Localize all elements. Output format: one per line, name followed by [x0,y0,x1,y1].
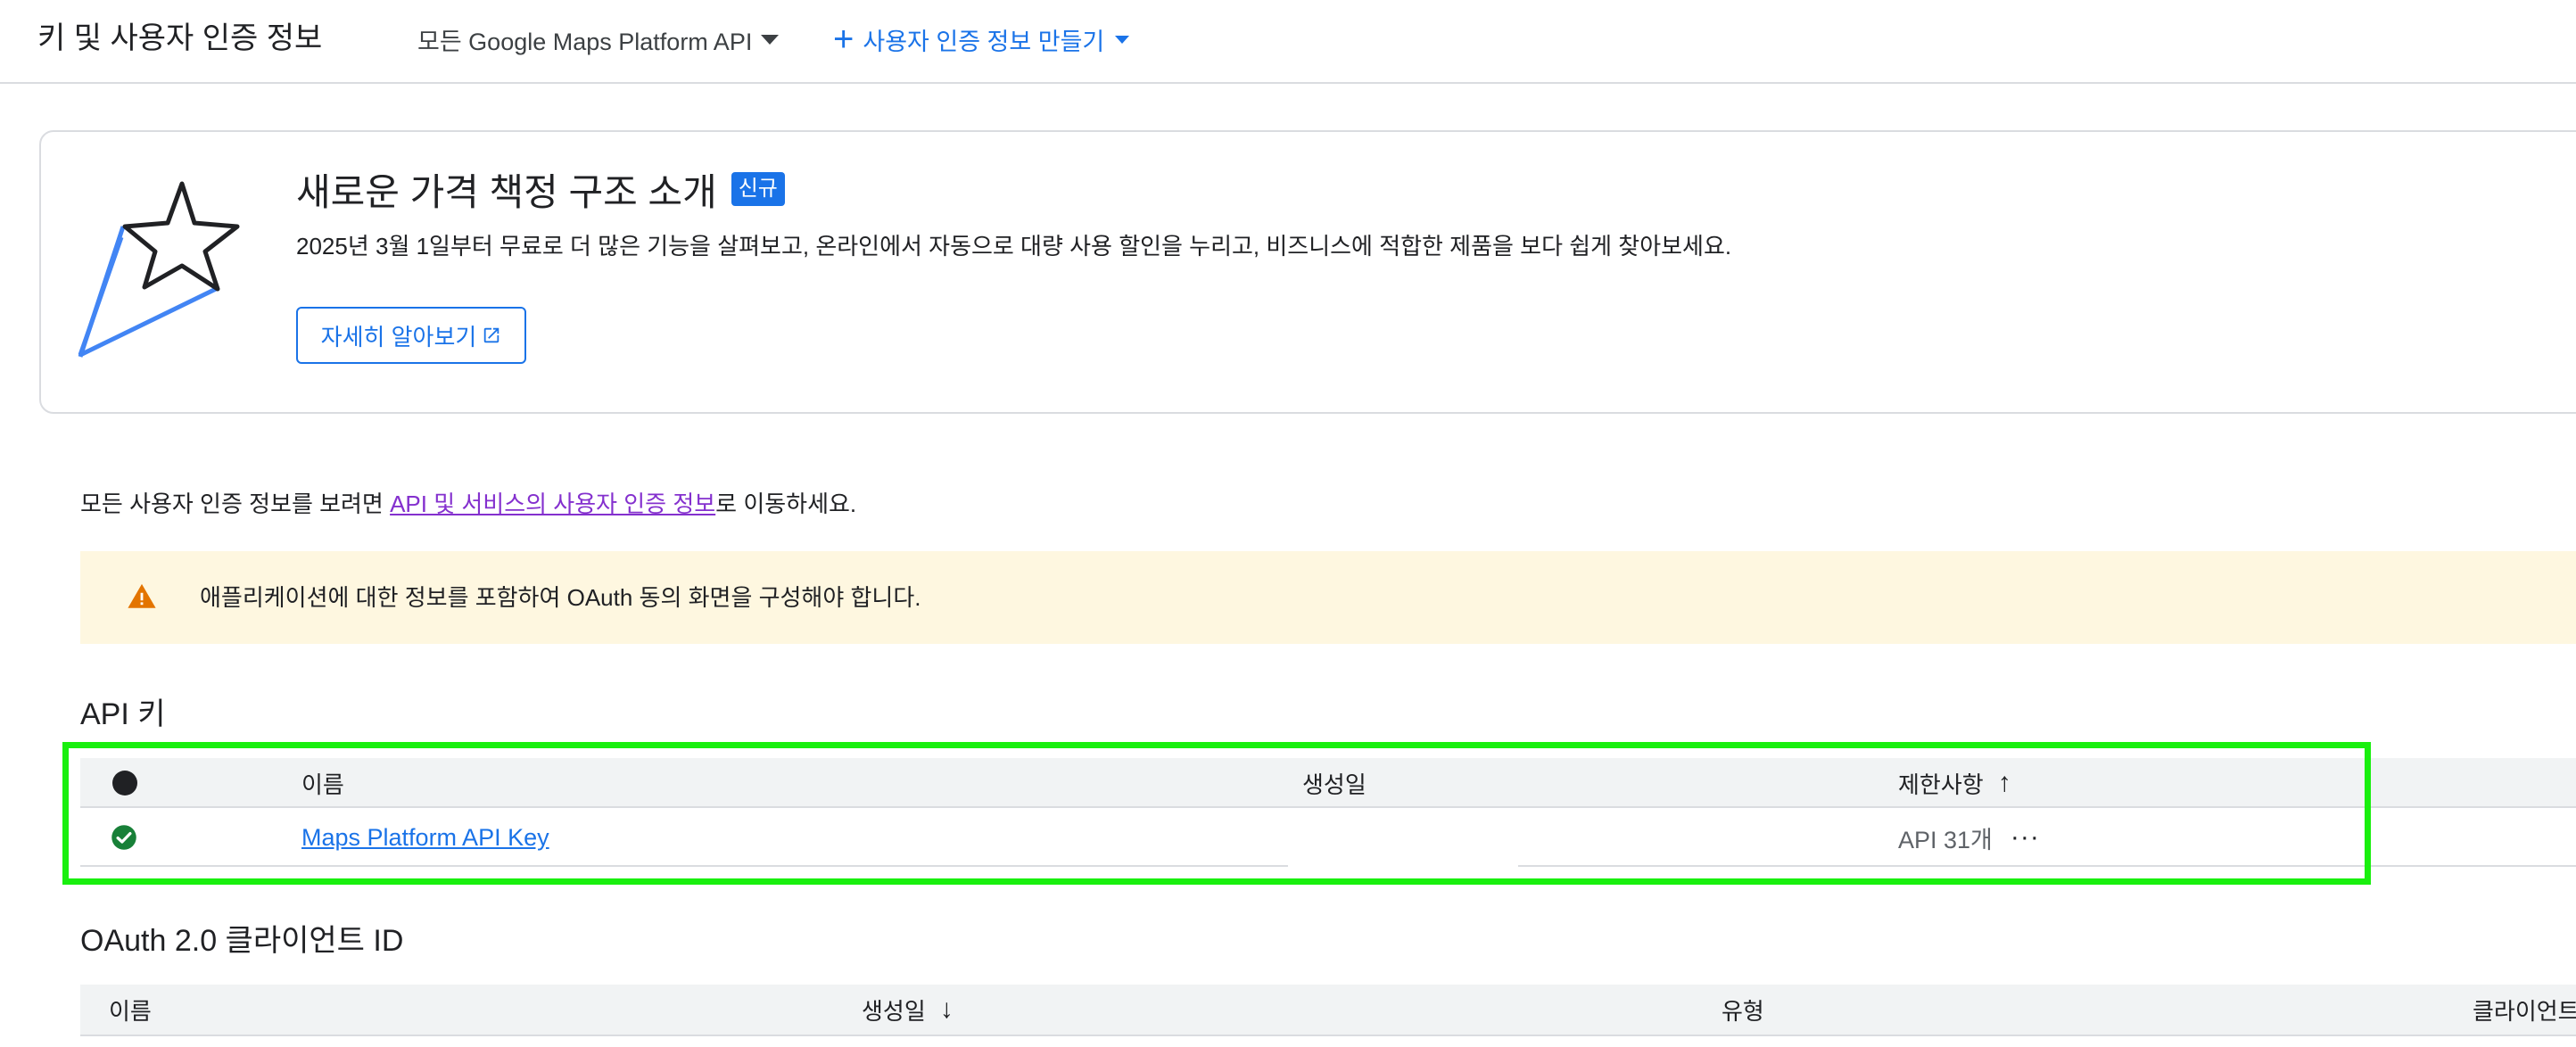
learn-more-button[interactable]: 자세히 알아보기 [296,307,526,364]
row-divider-gap [1288,863,1518,869]
table-row: Maps Platform API Key API 31개 ··· [80,810,2576,869]
info-suffix: 로 이동하세요. [715,491,857,517]
api-filter-dropdown[interactable]: 모든 Google Maps Platform API [417,20,780,59]
credentials-page: 키 및 사용자 인증 정보 모든 Google Maps Platform AP… [0,0,2576,1047]
check-circle-icon [111,825,136,850]
status-column-header[interactable] [112,758,137,808]
restrictions-column-header[interactable]: 제한사항 ↑ [1898,758,2011,808]
plus-icon: + [833,20,855,59]
warning-icon [128,583,156,608]
new-badge: 신규 [731,172,785,206]
oauth-client-id-column-label: 클라이언트 ID [2473,997,2576,1025]
arrow-up-icon: ↑ [1997,768,2011,797]
page-title: 키 및 사용자 인증 정보 [37,21,323,55]
name-column-header[interactable]: 이름 [301,758,344,808]
oauth-name-column-label: 이름 [109,997,152,1025]
oauth-type-column-label: 유형 [1721,997,1764,1025]
created-column-label: 생성일 [1302,771,1366,798]
create-credentials-button[interactable]: + 사용자 인증 정보 만들기 [833,20,1130,59]
key-name-cell: Maps Platform API Key [301,810,549,865]
restrictions-column-label: 제한사항 [1898,771,1984,798]
shooting-star-icon [78,181,240,358]
oauth-clients-title: OAuth 2.0 클라이언트 ID [80,924,404,958]
warning-text: 애플리케이션에 대한 정보를 포함하여 OAuth 동의 화면을 구성해야 합니… [200,584,921,611]
caret-down-icon [761,34,780,45]
info-prefix: 모든 사용자 인증 정보를 보려면 [80,491,391,517]
restrictions-value: API 31개 [1898,826,1993,853]
oauth-created-column-header[interactable]: 생성일 ↓ [862,985,954,1035]
top-bar: 키 및 사용자 인증 정보 모든 Google Maps Platform AP… [0,0,2576,84]
oauth-table-header: 이름 생성일 ↓ 유형 클라이언트 ID [80,985,2576,1036]
status-dot-icon [112,771,137,796]
oauth-name-column-header[interactable]: 이름 [109,985,152,1035]
create-credentials-label: 사용자 인증 정보 만들기 [863,28,1105,55]
api-key-link[interactable]: Maps Platform API Key [301,824,549,852]
open-in-new-icon [484,327,500,343]
arrow-down-icon: ↓ [939,994,954,1024]
api-keys-table-header: 이름 생성일 제한사항 ↑ [80,758,2576,808]
api-keys-title: API 키 [80,697,166,731]
restrictions-cell: API 31개 ··· [1898,810,2040,865]
api-filter-label: 모든 Google Maps Platform API [417,28,753,55]
status-cell [111,810,137,865]
promo-description: 2025년 3월 1일부터 무료로 더 많은 기능을 살펴보고, 온라인에서 자… [296,233,1732,260]
oauth-client-id-column-header[interactable]: 클라이언트 ID [2473,985,2576,1035]
name-column-label: 이름 [301,771,344,798]
oauth-type-column-header[interactable]: 유형 [1721,985,1764,1035]
oauth-created-column-label: 생성일 [862,997,926,1025]
credentials-info-text: 모든 사용자 인증 정보를 보려면 API 및 서비스의 사용자 인증 정보로 … [80,487,856,521]
promo-title-row: 새로운 가격 책정 구조 소개 신규 [296,162,785,216]
oauth-consent-warning: 애플리케이션에 대한 정보를 포함하여 OAuth 동의 화면을 구성해야 합니… [80,551,2576,644]
caret-down-icon [1115,35,1130,44]
more-actions-icon[interactable]: ··· [2010,822,2040,853]
pricing-promo-card: 새로운 가격 책정 구조 소개 신규 2025년 3월 1일부터 무료로 더 많… [39,130,2576,414]
api-services-credentials-link[interactable]: API 및 서비스의 사용자 인증 정보 [390,491,715,517]
created-column-header[interactable]: 생성일 [1302,758,1366,808]
promo-title: 새로운 가격 책정 구조 소개 [296,170,717,213]
learn-more-label: 자세히 알아보기 [320,323,477,350]
